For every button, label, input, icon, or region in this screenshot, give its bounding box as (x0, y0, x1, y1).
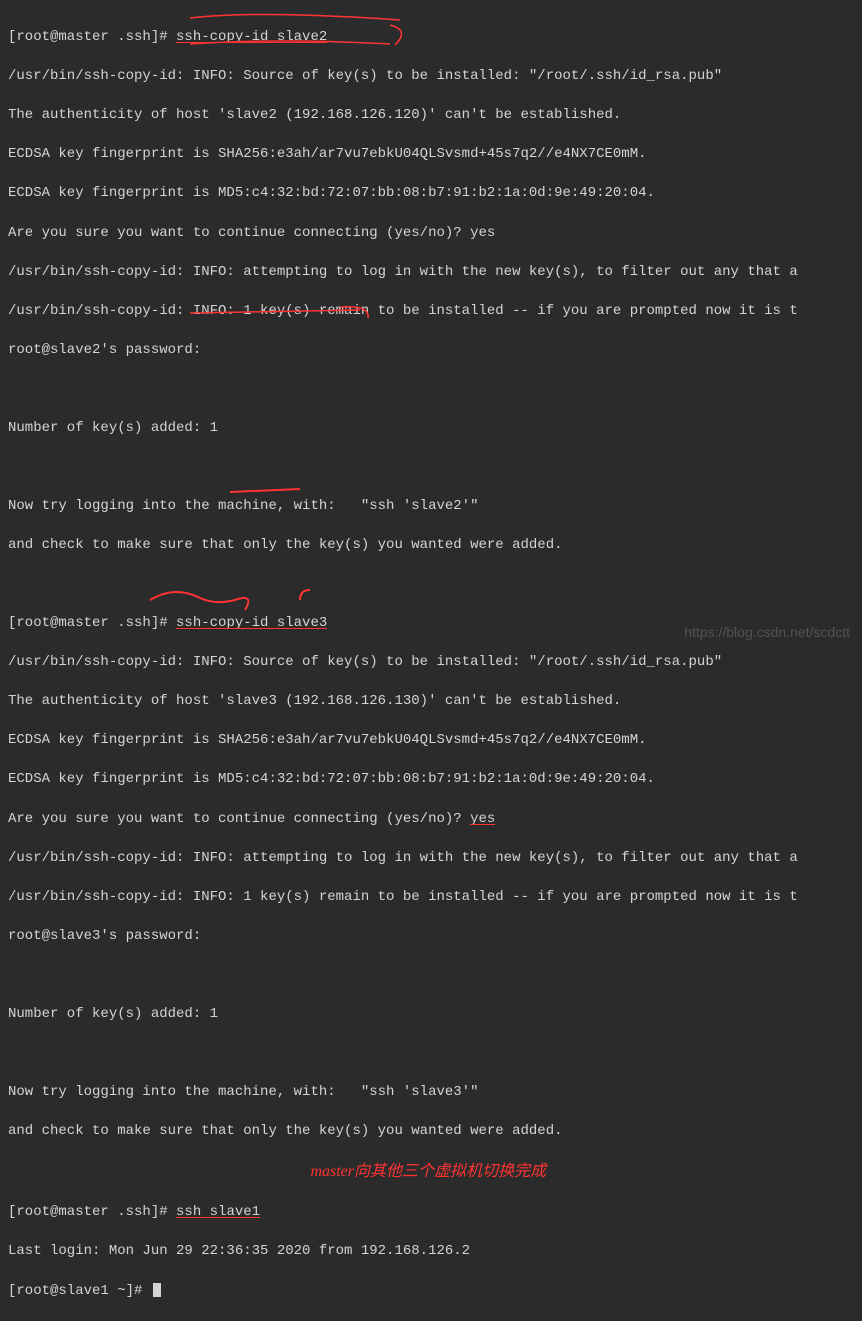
output-line: Are you sure you want to continue connec… (8, 224, 854, 244)
output-line: and check to make sure that only the key… (8, 1122, 854, 1142)
blank-line (8, 575, 854, 594)
output-line: Number of key(s) added: 1 (8, 419, 854, 439)
output-line: Now try logging into the machine, with: … (8, 497, 854, 517)
output-line: root@slave3's password: (8, 927, 854, 947)
output-line: /usr/bin/ssh-copy-id: INFO: 1 key(s) rem… (8, 888, 854, 908)
blank-line (8, 966, 854, 985)
output-line: ECDSA key fingerprint is MD5:c4:32:bd:72… (8, 184, 854, 204)
output-line: ECDSA key fingerprint is SHA256:e3ah/ar7… (8, 731, 854, 751)
prompt-line: [root@master .ssh]# ssh-copy-id slave2 (8, 28, 854, 48)
output-line: root@slave2's password: (8, 341, 854, 361)
terminal-output[interactable]: [root@master .ssh]# ssh-copy-id slave2 /… (8, 8, 854, 1321)
output-text: Are you sure you want to continue connec… (8, 811, 470, 827)
output-line: ECDSA key fingerprint is SHA256:e3ah/ar7… (8, 145, 854, 165)
output-line: The authenticity of host 'slave3 (192.16… (8, 692, 854, 712)
output-line: /usr/bin/ssh-copy-id: INFO: attempting t… (8, 263, 854, 283)
annotation-text: master向其他三个虚拟机切换完成 (310, 1163, 546, 1180)
prompt: [root@master .ssh]# (8, 1204, 176, 1220)
prompt-line: [root@slave1 ~]# (8, 1282, 854, 1302)
prompt: [root@master .ssh]# (8, 29, 176, 45)
command-ssh-copy-id-slave2: ssh-copy-id slave2 (176, 29, 327, 45)
output-line: and check to make sure that only the key… (8, 536, 854, 556)
output-line: /usr/bin/ssh-copy-id: INFO: 1 key(s) rem… (8, 302, 854, 322)
prompt-line: [root@master .ssh]# ssh slave1 (8, 1203, 854, 1223)
output-line: /usr/bin/ssh-copy-id: INFO: Source of ke… (8, 653, 854, 673)
output-line: Number of key(s) added: 1 (8, 1005, 854, 1025)
annotation-line: master向其他三个虚拟机切换完成 (8, 1161, 854, 1184)
output-line: The authenticity of host 'slave2 (192.16… (8, 106, 854, 126)
output-line: Last login: Mon Jun 29 22:36:35 2020 fro… (8, 1242, 854, 1262)
command-ssh-slave1: ssh slave1 (176, 1204, 260, 1220)
cursor-icon (153, 1283, 161, 1297)
watermark-text: https://blog.csdn.net/scdctt (684, 623, 850, 643)
blank-line (8, 1044, 854, 1063)
input-yes: yes (470, 811, 495, 827)
output-line: Are you sure you want to continue connec… (8, 810, 854, 830)
prompt: [root@master .ssh]# (8, 615, 176, 631)
blank-line (8, 458, 854, 477)
command-ssh-copy-id-slave3: ssh-copy-id slave3 (176, 615, 327, 631)
output-line: /usr/bin/ssh-copy-id: INFO: attempting t… (8, 849, 854, 869)
output-line: /usr/bin/ssh-copy-id: INFO: Source of ke… (8, 67, 854, 87)
output-line: Now try logging into the machine, with: … (8, 1083, 854, 1103)
blank-line (8, 380, 854, 399)
output-line: ECDSA key fingerprint is MD5:c4:32:bd:72… (8, 770, 854, 790)
prompt-slave1: [root@slave1 ~]# (8, 1283, 151, 1299)
